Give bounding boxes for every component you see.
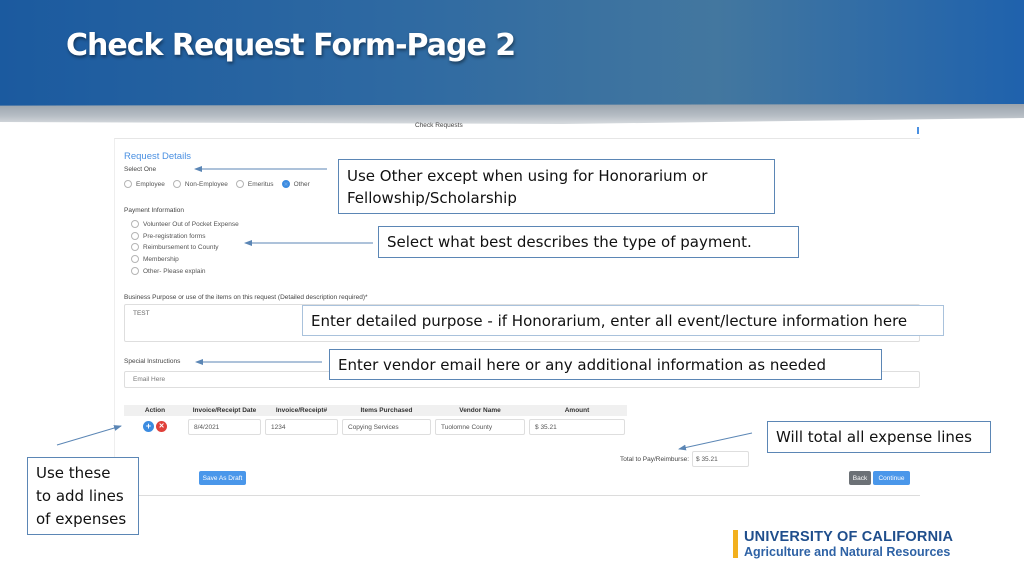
select-one-label: Select One [124,166,157,173]
logo-university: UNIVERSITY OF CALIFORNIA [744,529,954,545]
radio-circle-icon[interactable] [235,180,244,188]
arrow-to-add-buttons [56,425,122,446]
total-value: 35.21 [701,456,718,463]
logo-gold-bar [733,530,738,558]
radio-pre-registration[interactable]: Pre-registration forms [131,232,206,240]
radio-reimbursement-county[interactable]: Reimbursement to County [131,243,219,251]
request-details-heading: Request Details [124,151,192,162]
header-divider-band [0,104,1024,124]
table-row: + ✕ 8/4/2021 1234 Copying Services Tuolo… [124,416,627,437]
back-button[interactable]: Back [849,471,871,485]
employee-type-radio-group: Employee Non-Employee Emeritus Other [124,180,318,188]
total-input: $ 35.21 [692,451,749,467]
col-vendor-name: Vendor Name [459,407,501,414]
radio-circle-icon[interactable] [131,267,139,275]
currency-symbol: $ [535,423,539,431]
delete-line-button[interactable]: ✕ [156,421,167,432]
form-divider [114,495,920,496]
items-purchased-input[interactable]: Copying Services [342,418,431,435]
radio-circle-icon[interactable] [131,255,139,263]
radio-circle-icon[interactable] [172,180,181,188]
callout-other-option: Use Other except when using for Honorari… [338,159,775,214]
radio-circle-icon[interactable] [124,180,132,188]
callout-vendor-email: Enter vendor email here or any additiona… [329,349,882,380]
radio-circle-icon[interactable] [131,220,139,228]
col-invoice-date: Invoice/Receipt Date [192,407,257,414]
callout-business-purpose: Enter detailed purpose - if Honorarium, … [302,305,944,336]
plus-icon: + [145,421,152,431]
continue-button[interactable]: Continue [873,471,910,485]
invoice-date-input[interactable]: 8/4/2021 [188,418,261,435]
radio-emeritus[interactable]: Emeritus [235,180,274,188]
slide-title: Check Request Form-Page 2 [66,28,516,63]
form-window-title: Check Requests [415,122,463,129]
add-line-button[interactable]: + [143,421,154,432]
col-items-purchased: Items Purchased [360,407,413,414]
callout-add-lines: Use these to add lines of expenses [27,457,139,535]
radio-volunteer-expense[interactable]: Volunteer Out of Pocket Expense [131,220,239,228]
logo-division: Agriculture and Natural Resources [744,545,951,559]
col-amount: Amount [564,407,590,414]
radio-other-explain[interactable]: Other- Please explain [131,267,206,275]
radio-checked-icon[interactable] [281,180,290,188]
col-action: Action [144,407,166,414]
radio-membership[interactable]: Membership [131,255,179,263]
radio-non-employee[interactable]: Non-Employee [172,180,228,188]
currency-symbol: $ [696,456,700,463]
invoice-number-input[interactable]: 1234 [265,418,338,435]
vendor-name-input[interactable]: Tuolomne County [435,418,525,435]
business-purpose-label: Business Purpose or use of the items on … [124,294,368,301]
radio-circle-icon[interactable] [131,232,139,240]
close-icon: ✕ [158,423,165,430]
save-as-draft-button[interactable]: Save As Draft [199,471,246,485]
col-invoice-number: Invoice/Receipt# [275,407,328,414]
amount-input[interactable]: $ 35.21 [529,418,625,435]
radio-other[interactable]: Other [281,180,310,188]
callout-total: Will total all expense lines [767,421,991,453]
amount-value: 35.21 [540,423,557,431]
radio-circle-icon[interactable] [131,243,139,251]
expense-table-header: Action Invoice/Receipt Date Invoice/Rece… [124,405,627,416]
special-instructions-label: Special Instructions [124,358,181,365]
row-actions: + ✕ [124,421,186,432]
scroll-indicator [917,127,919,134]
callout-payment-type: Select what best describes the type of p… [378,226,799,258]
total-label: Total to Pay/Reimburse: [620,456,690,463]
payment-information-label: Payment Information [124,207,184,214]
radio-employee[interactable]: Employee [124,180,165,188]
